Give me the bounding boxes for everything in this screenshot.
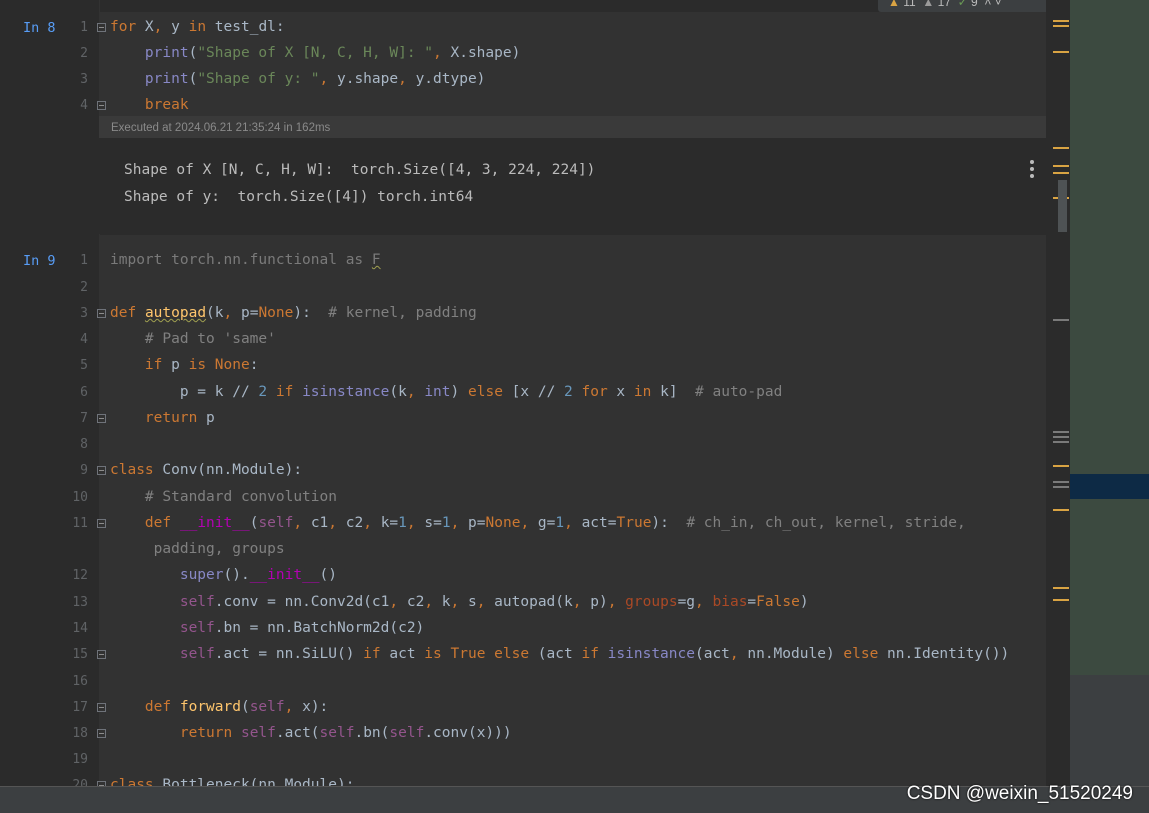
line-number: 1 (80, 253, 88, 268)
side-panel (1070, 0, 1149, 786)
error-stripe-mark[interactable] (1053, 51, 1069, 53)
code-line[interactable]: class Conv(nn.Module): (110, 462, 302, 478)
code-line[interactable]: print("Shape of X [N, C, H, W]: ", X.sha… (110, 45, 520, 61)
error-stripe-mark[interactable] (1053, 486, 1069, 488)
code-line[interactable]: class Bottleneck(nn.Module): (110, 777, 354, 786)
line-number: 19 (72, 752, 88, 767)
error-stripe-mark[interactable] (1053, 436, 1069, 438)
fold-toggle-icon[interactable] (97, 101, 106, 110)
error-stripe-mark[interactable] (1053, 509, 1069, 511)
fold-toggle-icon[interactable] (97, 309, 106, 318)
line-number: 18 (72, 726, 88, 741)
line-number: 1 (80, 20, 88, 35)
error-stripe-mark[interactable] (1053, 465, 1069, 467)
notebook-editor[interactable]: In 8 1 2 3 4 for X, y in test_dl: print(… (0, 0, 1070, 786)
code-line[interactable]: import torch.nn.functional as F (110, 252, 381, 268)
code-line[interactable]: # Pad to 'same' (110, 331, 276, 347)
code-line[interactable]: return self.act(self.bn(self.conv(x))) (110, 725, 512, 741)
code-line[interactable]: print("Shape of y: ", y.shape, y.dtype) (110, 71, 486, 87)
line-number: 16 (72, 674, 88, 689)
error-stripe-mark[interactable] (1053, 172, 1069, 174)
warning-count: 11 (903, 0, 916, 9)
code-line[interactable]: def __init__(self, c1, c2, k=1, s=1, p=N… (110, 515, 966, 531)
error-stripe-mark[interactable] (1053, 319, 1069, 321)
error-stripe-mark[interactable] (1053, 587, 1069, 589)
line-number: 3 (80, 306, 88, 321)
code-line[interactable]: p = k // 2 if isinstance(k, int) else [x… (110, 384, 783, 400)
fold-toggle-icon[interactable] (97, 414, 106, 423)
fold-toggle-icon[interactable] (97, 23, 106, 32)
line-number: 4 (80, 332, 88, 347)
error-stripe-mark[interactable] (1053, 599, 1069, 601)
error-stripe-mark[interactable] (1053, 20, 1069, 22)
line-number: 15 (72, 647, 88, 662)
line-number: 14 (72, 621, 88, 636)
line-number: 9 (80, 463, 88, 478)
code-line[interactable]: if p is None: (110, 357, 259, 373)
cell-8-output (99, 138, 1046, 234)
code-line[interactable]: self.act = nn.SiLU() if act is True else… (110, 646, 1009, 662)
code-line[interactable]: self.conv = nn.Conv2d(c1, c2, k, s, auto… (110, 594, 809, 610)
fold-toggle-icon[interactable] (97, 519, 106, 528)
execution-timestamp: Executed at 2024.06.21 21:35:24 in 162ms (111, 122, 331, 134)
typo-count: 9 (971, 0, 978, 9)
error-stripe-mark[interactable] (1053, 441, 1069, 443)
error-stripe-mark[interactable] (1053, 431, 1069, 433)
weak-warning-count: 17 (937, 0, 951, 9)
code-line[interactable]: for X, y in test_dl: (110, 19, 285, 35)
line-number: 5 (80, 358, 88, 373)
code-line[interactable]: def autopad(k, p=None): # kernel, paddin… (110, 305, 477, 321)
scroll-thumb[interactable] (1058, 180, 1067, 232)
code-line[interactable]: return p (110, 410, 215, 426)
line-number: 13 (72, 595, 88, 610)
error-stripe-mark[interactable] (1053, 25, 1069, 27)
code-line[interactable]: def forward(self, x): (110, 699, 328, 715)
error-stripe-mark[interactable] (1053, 481, 1069, 483)
output-menu-icon[interactable] (1026, 160, 1038, 178)
output-line: Shape of y: torch.Size([4]) torch.int64 (124, 189, 474, 205)
fold-toggle-icon[interactable] (97, 703, 106, 712)
line-number: 2 (80, 46, 88, 61)
vertical-scrollbar[interactable] (1046, 0, 1070, 786)
line-number: 3 (80, 72, 88, 87)
side-panel-lower (1070, 675, 1149, 786)
line-number: 2 (80, 280, 88, 295)
code-line[interactable]: self.bn = nn.BatchNorm2d(c2) (110, 620, 424, 636)
line-number: 17 (72, 700, 88, 715)
code-line[interactable]: super().__init__() (110, 567, 337, 583)
line-number: 12 (72, 568, 88, 583)
line-number: 20 (72, 778, 88, 786)
watermark: CSDN @weixin_51520249 (906, 783, 1133, 804)
line-number: 6 (80, 385, 88, 400)
error-stripe-mark[interactable] (1053, 165, 1069, 167)
code-line-wrap[interactable]: padding, groups (110, 541, 285, 557)
line-number: 11 (72, 516, 88, 531)
fold-toggle-icon[interactable] (97, 466, 106, 475)
error-stripe-mark[interactable] (1053, 147, 1069, 149)
line-number: 4 (80, 98, 88, 113)
output-line: Shape of X [N, C, H, W]: torch.Size([4, … (124, 162, 596, 178)
code-line[interactable]: # Standard convolution (110, 489, 337, 505)
selected-row-highlight (1070, 474, 1149, 499)
line-number: 10 (72, 490, 88, 505)
line-number: 7 (80, 411, 88, 426)
fold-toggle-icon[interactable] (97, 729, 106, 738)
line-number: 8 (80, 437, 88, 452)
inspections-widget[interactable]: ▲ 11 ▲ 17 ✓ 9 ˄ ˅ (878, 0, 1070, 12)
code-line[interactable]: break (110, 97, 189, 113)
fold-toggle-icon[interactable] (97, 650, 106, 659)
